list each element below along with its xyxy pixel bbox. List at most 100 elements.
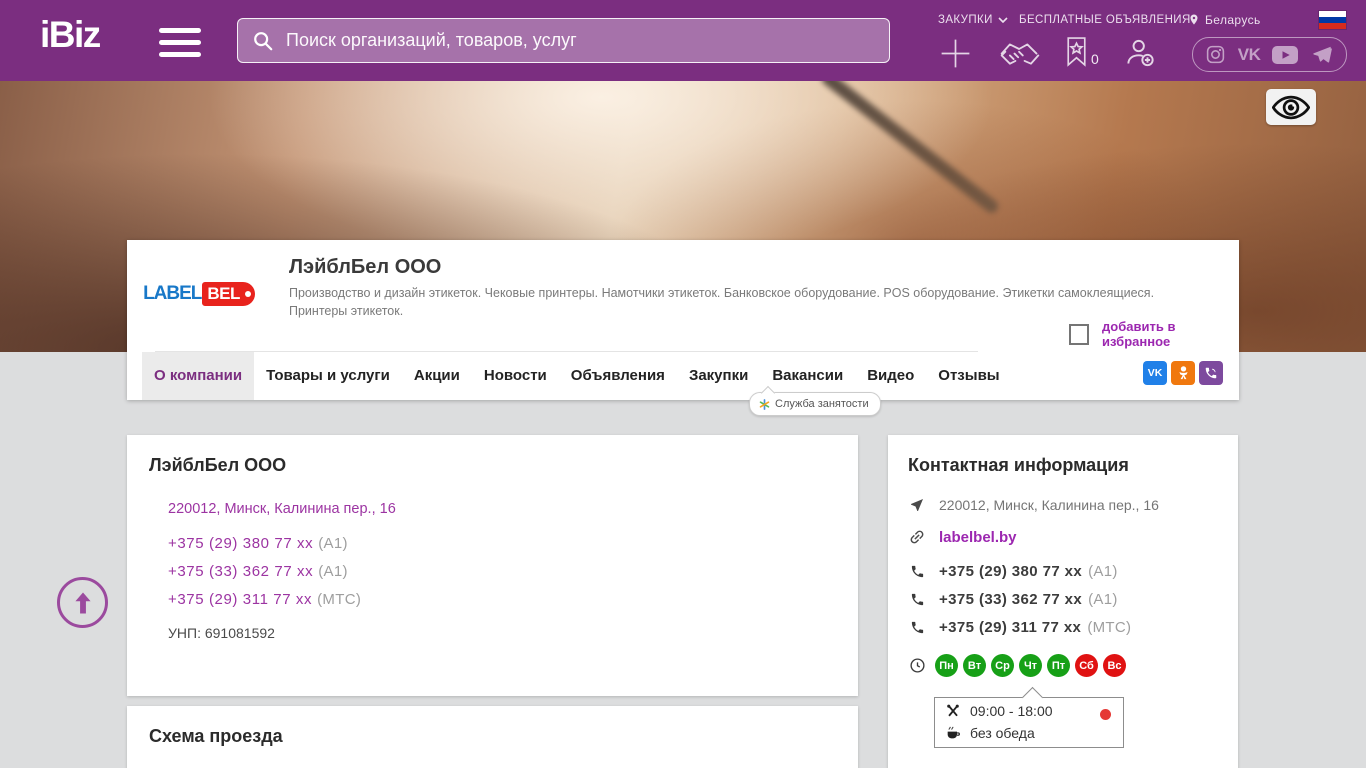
tab-promos[interactable]: Акции [402, 352, 472, 400]
nav-zakupki[interactable]: ЗАКУПКИ [938, 14, 1008, 26]
phone-link[interactable]: +375 (29) 380 77 xx [168, 535, 313, 552]
phone-row: +375 (33) 362 77 xx (А1) [168, 563, 348, 580]
logo-word-label: LABEL [143, 283, 202, 304]
search-icon [254, 31, 273, 50]
about-card-title: ЛэйблБел ООО [149, 455, 287, 475]
contact-phone-row: +375 (29) 380 77 xx (А1) [908, 563, 1118, 580]
website-row: labelbel.by [908, 528, 1017, 546]
logo-word-bel: BEL [202, 282, 255, 306]
day-badge-tue[interactable]: Вт [963, 654, 986, 677]
telegram-icon[interactable] [1310, 44, 1334, 65]
contact-phone[interactable]: +375 (29) 380 77 xx [939, 563, 1082, 580]
eye-icon [1272, 95, 1310, 119]
phone-icon [911, 621, 923, 634]
vacancy-tooltip-label: Служба занятости [775, 398, 869, 410]
coffee-cup-icon [947, 726, 960, 739]
tab-purchases[interactable]: Закупки [677, 352, 760, 400]
arrow-up-icon [74, 592, 91, 613]
nav-free-ads[interactable]: БЕСПЛАТНЫЕ ОБЪЯВЛЕНИЯ [1019, 14, 1191, 26]
signup-button[interactable] [1124, 37, 1156, 68]
nav-country-label: Беларусь [1205, 12, 1261, 27]
tab-news[interactable]: Новости [472, 352, 559, 400]
company-tabs: О компании Товары и услуги Акции Новости… [142, 352, 1012, 400]
plus-icon [941, 39, 970, 68]
instagram-icon[interactable] [1205, 44, 1226, 65]
schedule-hours-row: 09:00 - 18:00 [945, 703, 1053, 719]
tab-reviews[interactable]: Отзывы [926, 352, 1011, 400]
flag-russia-icon[interactable] [1319, 11, 1346, 29]
map-card-title: Схема проезда [149, 726, 283, 746]
partnership-button[interactable] [998, 39, 1042, 70]
contact-phone-row: +375 (29) 311 77 xx (МТС) [908, 619, 1131, 636]
carrier-label: (А1) [1088, 591, 1118, 608]
link-icon [910, 530, 924, 544]
day-badge-mon[interactable]: Пн [935, 654, 958, 677]
vacancy-tooltip: Служба занятости [749, 392, 881, 416]
clock-icon [909, 658, 925, 673]
day-badge-fri[interactable]: Пт [1047, 654, 1070, 677]
company-header-card: LABEL BEL ЛэйблБел ООО Производство и диз… [127, 240, 1239, 416]
company-logo: LABEL BEL [143, 250, 255, 338]
favorite-checkbox[interactable] [1069, 323, 1090, 345]
accessibility-eye-button[interactable] [1266, 89, 1316, 125]
tab-about[interactable]: О компании [142, 352, 255, 400]
unp-number: УНП: 691081592 [168, 625, 275, 641]
location-pin-icon [1190, 14, 1198, 25]
bookmarks-button[interactable]: 0 [1064, 36, 1099, 67]
about-card: ЛэйблБел ООО 220012, Минск, Калинина пер… [127, 435, 858, 696]
schedule-lunch: без обеда [970, 725, 1035, 741]
pen-decoration [819, 81, 1001, 216]
phone-icon [911, 565, 923, 578]
company-name: ЛэйблБел ООО [289, 256, 442, 278]
schedule-hours: 09:00 - 18:00 [970, 703, 1053, 719]
vk-share-icon[interactable]: VK [1143, 361, 1167, 385]
menu-icon[interactable] [159, 28, 201, 57]
handshake-icon [1000, 43, 1040, 65]
phone-link[interactable]: +375 (33) 362 77 xx [168, 563, 313, 580]
carrier-label: (А1) [1088, 563, 1118, 580]
phone-icon [911, 593, 923, 606]
top-header: iBiz ЗАКУПКИ БЕСПЛАТНЫЕ ОБЪЯВЛЕНИЯ Белар… [0, 0, 1366, 81]
carrier-label: (А1) [318, 535, 348, 552]
contact-address-row: 220012, Минск, Калинина пер., 16 [908, 497, 1159, 513]
bookmarks-count: 0 [1091, 51, 1099, 67]
contact-phone[interactable]: +375 (33) 362 77 xx [939, 591, 1082, 608]
header-social-links: VK [1192, 37, 1347, 72]
search-bar [237, 18, 890, 63]
contact-phone[interactable]: +375 (29) 311 77 xx [939, 619, 1081, 636]
nav-country[interactable]: Беларусь [1188, 12, 1261, 27]
bookmark-star-icon [1067, 37, 1086, 67]
schedule-popover: 09:00 - 18:00 без обеда [934, 697, 1124, 748]
tab-ads[interactable]: Объявления [559, 352, 677, 400]
day-badge-thu[interactable]: Чт [1019, 654, 1042, 677]
contact-address: 220012, Минск, Калинина пер., 16 [939, 497, 1159, 513]
day-badge-wed[interactable]: Ср [991, 654, 1014, 677]
employment-service-icon [759, 398, 770, 410]
website-link[interactable]: labelbel.by [939, 529, 1017, 546]
company-address-link[interactable]: 220012, Минск, Калинина пер., 16 [168, 501, 396, 517]
day-badge-sat[interactable]: Сб [1075, 654, 1098, 677]
site-logo[interactable]: iBiz [40, 14, 101, 56]
favorite-label: добавить в избранное [1102, 319, 1176, 349]
day-badge-sun[interactable]: Вс [1103, 654, 1126, 677]
contact-card: Контактная информация 220012, Минск, Кал… [888, 435, 1238, 768]
scroll-top-button[interactable] [57, 577, 108, 628]
company-social-links: VK [1143, 361, 1223, 385]
vk-icon[interactable]: VK [1238, 45, 1261, 65]
phone-link[interactable]: +375 (29) 311 77 xx [168, 591, 312, 608]
nav-zakupki-label: ЗАКУПКИ [938, 14, 993, 26]
add-company-button[interactable] [937, 35, 974, 72]
company-description: Производство и дизайн этикеток. Чековые … [289, 286, 1155, 319]
youtube-icon[interactable] [1272, 45, 1299, 64]
viber-icon[interactable] [1199, 361, 1223, 385]
add-to-favorites[interactable]: добавить в избранное [1069, 319, 1239, 349]
tab-products[interactable]: Товары и услуги [254, 352, 402, 400]
search-input[interactable] [284, 29, 875, 52]
carrier-label: (А1) [318, 563, 348, 580]
odnoklassniki-share-icon[interactable] [1171, 361, 1195, 385]
phone-row: +375 (29) 380 77 xx (А1) [168, 535, 348, 552]
carrier-label: (МТС) [317, 591, 362, 608]
map-card: Схема проезда [127, 706, 858, 768]
carrier-label: (МТС) [1087, 619, 1132, 636]
chevron-down-icon [998, 17, 1008, 23]
